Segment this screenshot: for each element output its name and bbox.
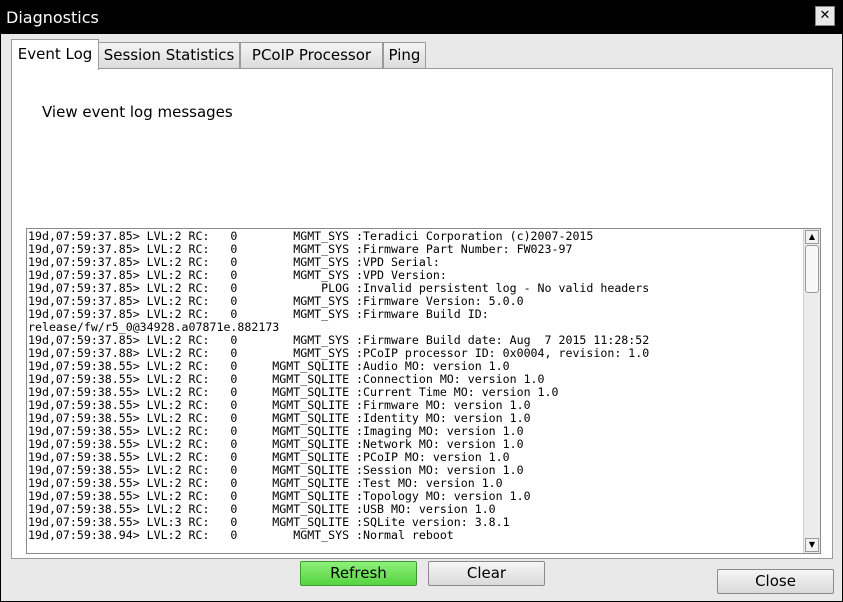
refresh-button[interactable]: Refresh [300,561,417,586]
panel-heading: View event log messages [42,103,233,121]
tab-ping[interactable]: Ping [383,42,426,68]
event-log-content: 19d,07:59:37.85> LVL:2 RC: 0 MGMT_SYS :T… [28,230,802,542]
event-log-textarea[interactable]: 19d,07:59:37.85> LVL:2 RC: 0 MGMT_SYS :T… [26,228,821,554]
event-log-panel: View event log messages 19d,07:59:37.85>… [11,68,833,586]
tab-event-log[interactable]: Event Log [11,39,99,70]
vertical-scrollbar[interactable]: ▲ ▼ [803,229,820,553]
scroll-up-icon[interactable]: ▲ [805,230,819,244]
dialog-body: Event Log Session Statistics PCoIP Proce… [1,34,842,601]
log-line: 19d,07:59:38.94> LVL:2 RC: 0 MGMT_SYS :N… [28,528,454,542]
tab-pcoip-processor[interactable]: PCoIP Processor [240,42,383,68]
diagnostics-dialog: Diagnostics ✕ Event Log Session Statisti… [0,0,843,602]
title-bar: Diagnostics ✕ [0,0,843,34]
close-button[interactable]: Close [717,569,834,594]
close-icon[interactable]: ✕ [815,6,835,26]
clear-button[interactable]: Clear [428,561,545,586]
tab-session-statistics[interactable]: Session Statistics [98,42,240,68]
dialog-title: Diagnostics [6,8,99,27]
scrollbar-thumb[interactable] [805,245,819,293]
scroll-down-icon[interactable]: ▼ [805,538,819,552]
